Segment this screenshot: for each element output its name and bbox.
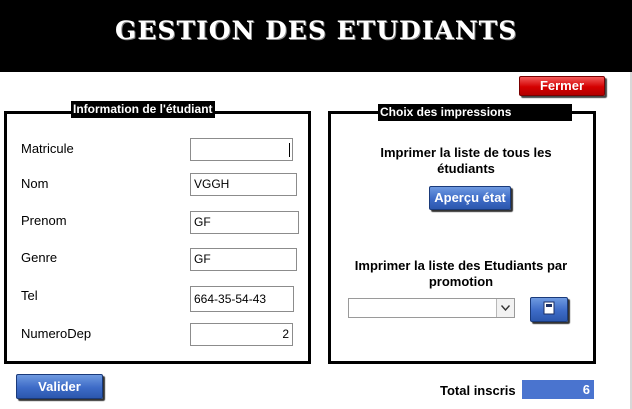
- print-choices-title: Choix des impressions: [378, 104, 572, 121]
- tel-input[interactable]: 664-35-54-43: [190, 286, 294, 312]
- prenom-input[interactable]: GF: [190, 211, 299, 234]
- tel-value: 664-35-54-43: [194, 292, 267, 306]
- genre-label: Genre: [21, 250, 58, 265]
- numerodep-value: 2: [282, 327, 289, 341]
- nom-label: Nom: [21, 176, 49, 191]
- genre-input[interactable]: GF: [190, 248, 297, 271]
- promotion-select[interactable]: [348, 298, 515, 318]
- prenom-label: Prenom: [21, 213, 67, 228]
- print-all-text: Imprimer la liste de tous les étudiants: [380, 145, 552, 176]
- document-icon: [543, 301, 555, 318]
- chevron-down-icon[interactable]: [496, 299, 514, 317]
- print-promotion-button[interactable]: [530, 297, 568, 322]
- text-cursor: [289, 143, 290, 157]
- total-label: Total inscris: [440, 383, 516, 398]
- print-by-promotion-text: Imprimer la liste des Etudiants par prom…: [354, 258, 568, 289]
- student-info-title: Information de l'étudiant: [71, 101, 215, 118]
- nom-input[interactable]: VGGH: [190, 173, 297, 196]
- prenom-value: GF: [194, 215, 211, 229]
- app-title: GESTION DES ETUDIANTS: [115, 16, 518, 45]
- nom-value: VGGH: [194, 177, 230, 191]
- total-value: 6: [522, 380, 594, 399]
- validate-button[interactable]: Valider: [16, 374, 103, 399]
- numerodep-label: NumeroDep: [21, 326, 92, 341]
- tel-label: Tel: [21, 288, 38, 303]
- numerodep-input[interactable]: 2: [190, 323, 293, 346]
- matricule-label: Matricule: [21, 141, 74, 156]
- header-bar: GESTION DES ETUDIANTS: [0, 0, 632, 72]
- close-button[interactable]: Fermer: [519, 76, 605, 96]
- genre-value: GF: [194, 252, 211, 266]
- preview-button[interactable]: Aperçu état: [429, 186, 511, 210]
- matricule-input[interactable]: [190, 138, 293, 161]
